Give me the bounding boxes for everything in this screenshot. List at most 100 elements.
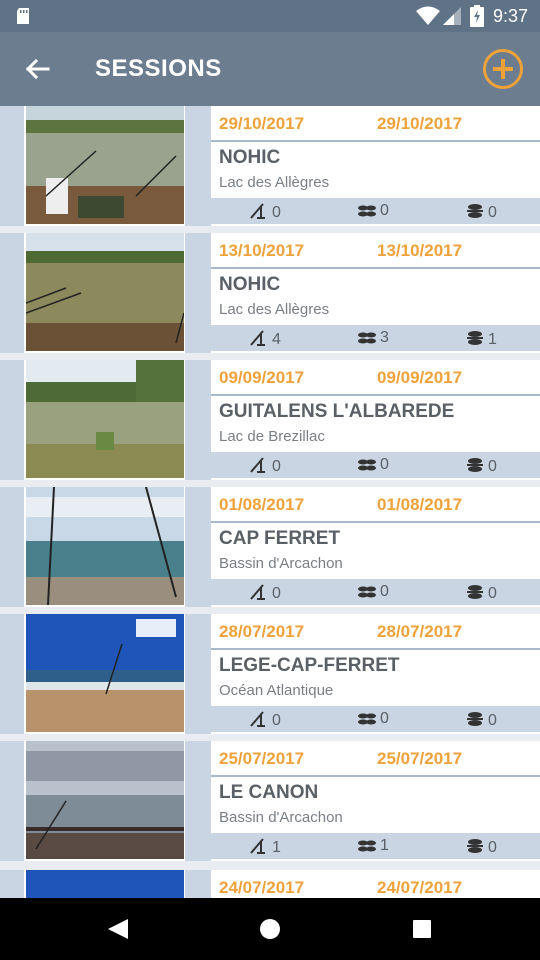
wifi-icon [416, 6, 440, 25]
card-stripe [0, 741, 24, 861]
app-bar: SESSIONS [0, 32, 540, 106]
stat-released-value: 0 [488, 839, 497, 856]
session-location: Océan Atlantique [219, 682, 334, 699]
end-date: 25/07/2017 [377, 749, 463, 768]
fish-pair-icon [358, 205, 376, 217]
nav-back-icon[interactable] [106, 918, 130, 940]
session-location: Bassin d'Arcachon [219, 555, 343, 572]
session-list[interactable]: 29/10/2017 29/10/2017 NOHIC Lac des Allè… [0, 106, 540, 898]
card-stripe [0, 870, 24, 898]
session-card[interactable]: 13/10/2017 13/10/2017 NOHIC Lac des Allè… [0, 233, 540, 353]
add-session-button[interactable] [482, 48, 524, 90]
session-name: NOHIC [219, 274, 281, 295]
session-thumbnail [26, 106, 184, 224]
fish-release-icon [467, 204, 483, 218]
date-row: 28/07/2017 28/07/2017 [211, 614, 540, 650]
card-divider [185, 233, 211, 353]
stat-released: 0 [465, 456, 497, 476]
stat-released-value: 1 [488, 331, 497, 348]
session-card[interactable]: 25/07/2017 25/07/2017 LE CANON Bassin d'… [0, 741, 540, 861]
nav-home-icon[interactable] [259, 918, 281, 940]
session-thumbnail [26, 870, 184, 898]
stat-catches-value: 4 [272, 331, 281, 348]
fish-pair-icon [358, 713, 376, 725]
fish-release-icon [467, 331, 483, 345]
end-date: 09/09/2017 [377, 368, 463, 387]
session-name: GUITALENS L'ALBAREDE [219, 401, 455, 422]
session-card[interactable]: 28/07/2017 28/07/2017 LEGE-CAP-FERRET Oc… [0, 614, 540, 734]
date-row: 25/07/2017 25/07/2017 [211, 741, 540, 777]
stat-fish: 0 [357, 710, 389, 728]
stat-fish-value: 0 [380, 202, 389, 219]
fish-pair-icon [358, 840, 376, 852]
end-date: 28/07/2017 [377, 622, 463, 641]
session-name: NOHIC [219, 147, 281, 168]
stat-fish-value: 0 [380, 456, 389, 473]
stats-row: 0 0 0 [211, 198, 540, 224]
session-name: LE CANON [219, 782, 319, 803]
stat-released: 0 [465, 202, 497, 222]
session-location: Lac des Allègres [219, 301, 330, 318]
system-nav-bar [0, 898, 540, 960]
stat-catches-value: 1 [272, 839, 281, 856]
stat-catches: 0 [249, 202, 281, 222]
end-date: 29/10/2017 [377, 114, 463, 133]
fishing-line-icon [250, 584, 265, 600]
back-arrow-icon[interactable] [22, 54, 52, 84]
card-divider [185, 487, 211, 607]
fish-release-icon [467, 839, 483, 853]
session-card[interactable]: 09/09/2017 09/09/2017 GUITALENS L'ALBARE… [0, 360, 540, 480]
stat-released: 0 [465, 837, 497, 857]
date-row: 13/10/2017 13/10/2017 [211, 233, 540, 269]
session-location: Lac de Brezillac [219, 428, 325, 445]
start-date: 01/08/2017 [219, 495, 305, 514]
stat-fish-value: 1 [380, 837, 389, 854]
date-row: 29/10/2017 29/10/2017 [211, 106, 540, 142]
fishing-line-icon [250, 838, 265, 854]
stats-row: 0 0 0 [211, 706, 540, 732]
card-stripe [0, 614, 24, 734]
session-thumbnail [26, 487, 184, 605]
session-thumbnail [26, 741, 184, 859]
session-thumbnail [26, 614, 184, 732]
stat-catches-value: 0 [272, 712, 281, 729]
session-thumbnail [26, 233, 184, 351]
sd-card-icon [17, 8, 29, 24]
stat-fish-value: 3 [380, 329, 389, 346]
stat-released: 0 [465, 583, 497, 603]
card-stripe [0, 233, 24, 353]
fish-pair-icon [358, 332, 376, 344]
battery-charging-icon [470, 5, 484, 27]
stat-released: 1 [465, 329, 497, 349]
fishing-line-icon [250, 203, 265, 219]
stats-row: 0 0 0 [211, 452, 540, 478]
stat-catches: 0 [249, 583, 281, 603]
card-divider [185, 870, 211, 898]
stat-catches-value: 0 [272, 458, 281, 475]
end-date: 24/07/2017 [377, 878, 463, 897]
session-card[interactable]: 24/07/2017 24/07/2017 [0, 870, 540, 898]
stat-fish: 0 [357, 583, 389, 601]
session-location: Lac des Allègres [219, 174, 330, 191]
date-row: 09/09/2017 09/09/2017 [211, 360, 540, 396]
stat-fish: 1 [357, 837, 389, 855]
fish-pair-icon [358, 459, 376, 471]
start-date: 24/07/2017 [219, 878, 305, 897]
fish-release-icon [467, 712, 483, 726]
card-divider [185, 106, 211, 226]
session-name: LEGE-CAP-FERRET [219, 655, 400, 676]
page-title: SESSIONS [95, 55, 222, 82]
card-divider [185, 360, 211, 480]
stat-released: 0 [465, 710, 497, 730]
fish-release-icon [467, 585, 483, 599]
stats-row: 1 1 0 [211, 833, 540, 859]
card-divider [185, 741, 211, 861]
session-card[interactable]: 29/10/2017 29/10/2017 NOHIC Lac des Allè… [0, 106, 540, 226]
stat-catches-value: 0 [272, 204, 281, 221]
stat-catches: 0 [249, 710, 281, 730]
stat-catches: 4 [249, 329, 281, 349]
stat-catches-value: 0 [272, 585, 281, 602]
start-date: 29/10/2017 [219, 114, 305, 133]
session-card[interactable]: 01/08/2017 01/08/2017 CAP FERRET Bassin … [0, 487, 540, 607]
nav-recents-icon[interactable] [412, 919, 432, 939]
